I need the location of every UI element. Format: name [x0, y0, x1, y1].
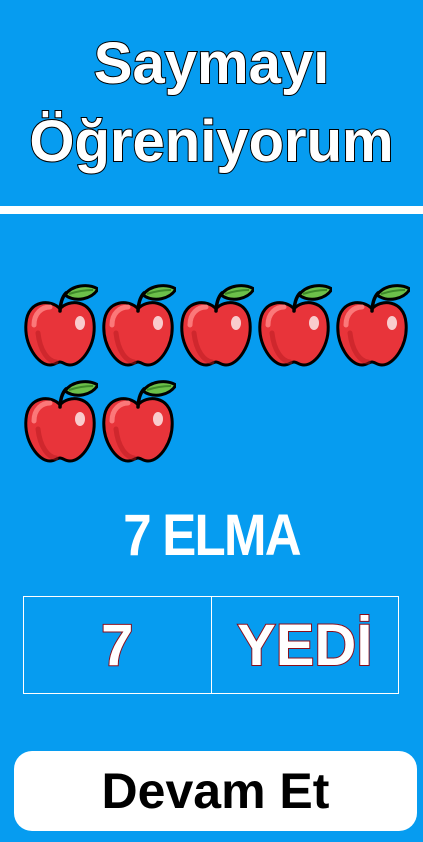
count-label: 7 ELMA: [123, 503, 301, 568]
apple-icon: [22, 379, 101, 465]
page-title-line-1: Saymayı: [93, 30, 330, 97]
apple-icon: [22, 283, 101, 369]
apple-icon: [100, 379, 179, 465]
header: Saymayı Öğreniyorum: [0, 0, 423, 206]
header-divider: [0, 206, 423, 214]
answer-word: YEDİ: [236, 612, 373, 679]
apple-group: [22, 283, 422, 483]
answer-box: 7 YEDİ: [23, 596, 399, 694]
apple-icon: [334, 283, 413, 369]
apple-icon: [178, 283, 257, 369]
answer-digit: 7: [24, 597, 212, 693]
apple-icon: [100, 283, 179, 369]
continue-button-label: Devam Et: [101, 763, 330, 819]
continue-button[interactable]: Devam Et: [14, 751, 417, 831]
page-title-line-2: Öğreniyorum: [28, 108, 394, 175]
apple-icon: [256, 283, 335, 369]
